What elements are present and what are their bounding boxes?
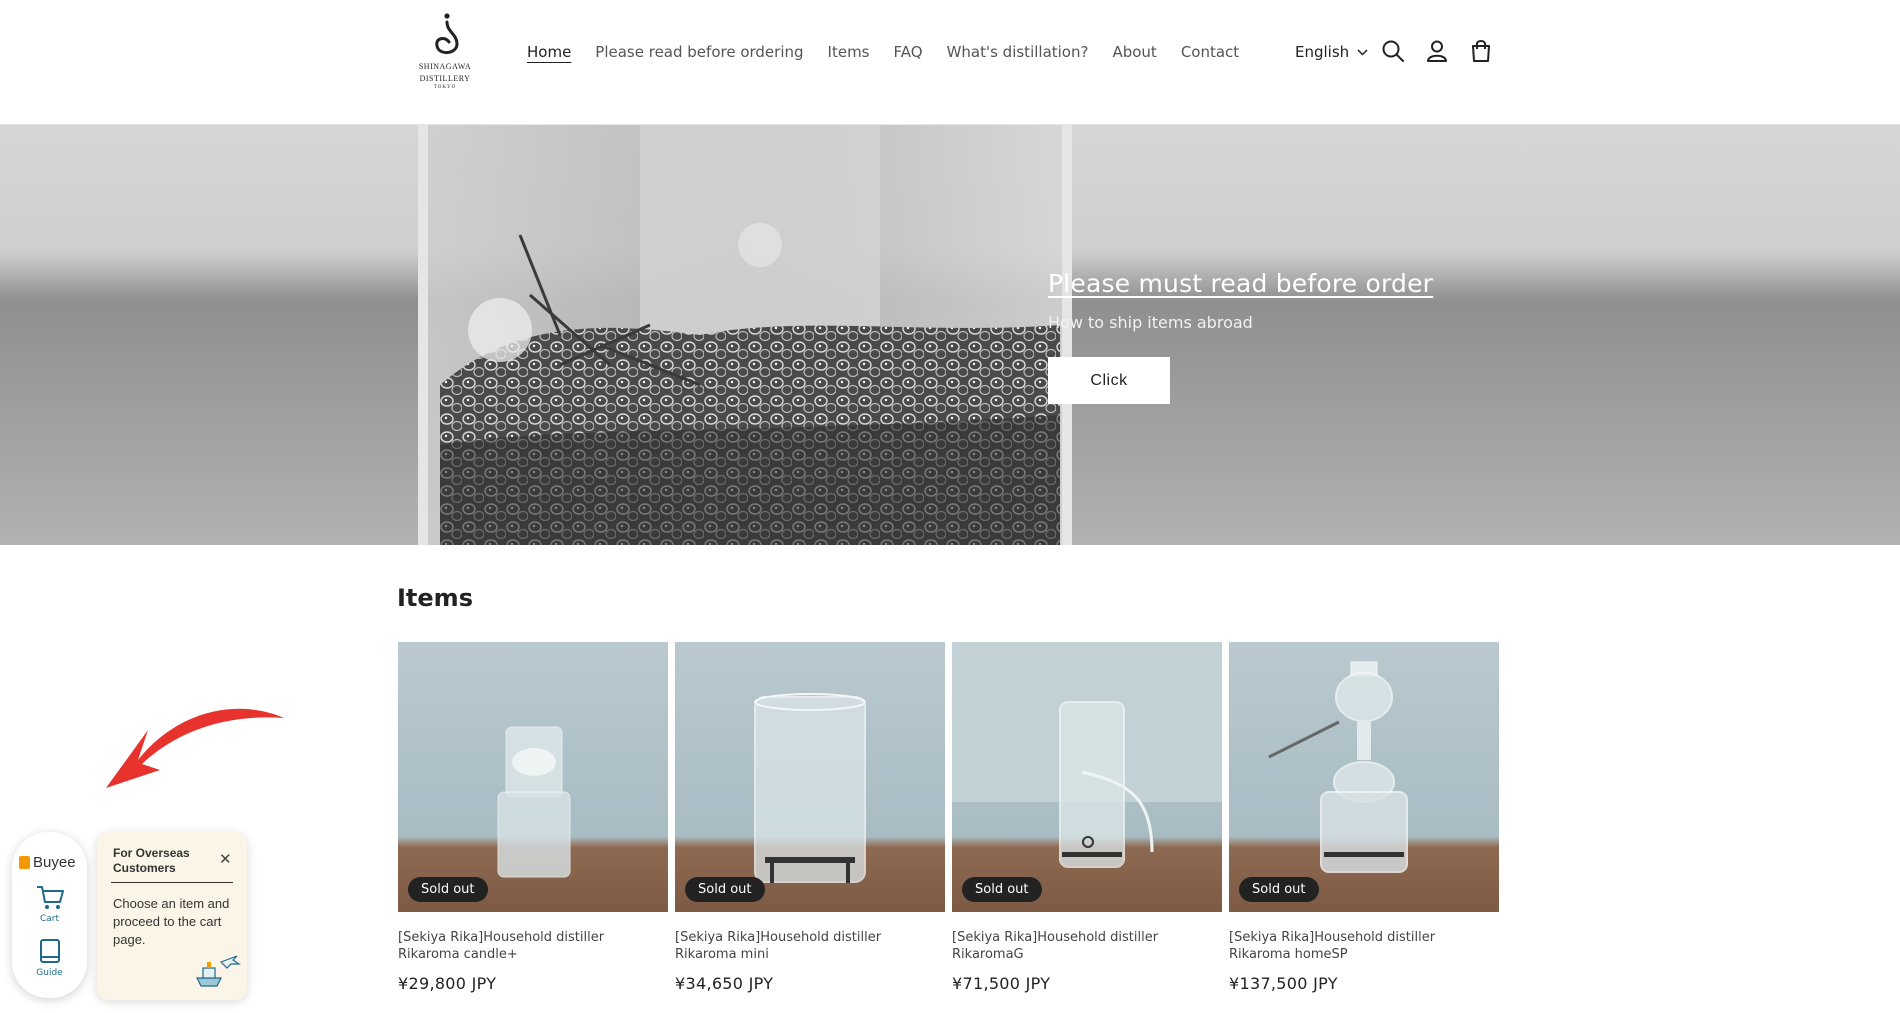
buyee-logo-text: Buyee — [33, 854, 76, 871]
product-image[interactable]: Sold out — [952, 642, 1222, 912]
logo-text-line2: DISTILLERY — [419, 74, 471, 83]
nav-items[interactable]: Items — [828, 42, 870, 62]
language-label: English — [1295, 43, 1350, 61]
buyee-popup: For Overseas Customers ✕ Choose an item … — [97, 832, 247, 1000]
distiller-mini-image — [754, 693, 866, 883]
hero-banner: Please must read before order How to shi… — [0, 125, 1900, 545]
close-icon[interactable]: ✕ — [219, 852, 232, 867]
buyee-logo[interactable]: Buyee — [19, 854, 76, 871]
product-price: ¥29,800 JPY — [398, 974, 497, 993]
product-image[interactable]: Sold out — [675, 642, 945, 912]
popup-title: For Overseas Customers — [113, 846, 190, 875]
book-icon — [39, 939, 60, 963]
logo-text-line3: TOKYO — [433, 85, 457, 90]
cart-icon[interactable] — [1468, 38, 1494, 64]
logo-mark-icon — [435, 13, 459, 54]
language-selector[interactable]: English — [1295, 42, 1368, 62]
product-card[interactable]: Sold out [Sekiya Rika]Household distille… — [1229, 642, 1499, 993]
distiller-g-image — [952, 642, 1222, 868]
product-image[interactable]: Sold out — [398, 642, 668, 912]
product-card[interactable]: Sold out [Sekiya Rika]Household distille… — [952, 642, 1222, 993]
ship-plane-icon — [196, 955, 241, 987]
buyee-guide-button[interactable]: Guide — [12, 938, 87, 978]
hero-title[interactable]: Please must read before order — [1048, 269, 1433, 298]
main-nav: Home Please read before ordering Items F… — [527, 42, 1263, 62]
items-heading: Items — [397, 584, 473, 612]
buyee-mark-icon — [19, 856, 30, 869]
chevron-down-icon — [1357, 48, 1368, 56]
popup-divider — [111, 882, 233, 883]
sold-out-badge: Sold out — [1239, 877, 1319, 902]
nav-faq[interactable]: FAQ — [894, 42, 923, 62]
buyee-cart-label: Cart — [39, 914, 60, 924]
red-arrow-icon — [106, 708, 284, 788]
hero-image — [418, 125, 1072, 545]
search-icon[interactable] — [1380, 38, 1406, 64]
hero-click-button[interactable]: Click — [1048, 357, 1170, 404]
product-price: ¥71,500 JPY — [952, 974, 1051, 993]
product-name[interactable]: [Sekiya Rika]Household distiller Rikarom… — [398, 929, 668, 963]
product-name[interactable]: [Sekiya Rika]Household distiller Rikarom… — [675, 929, 945, 963]
sold-out-badge: Sold out — [962, 877, 1042, 902]
nav-whats-distillation[interactable]: What's distillation? — [947, 42, 1089, 62]
cart-icon — [36, 886, 64, 909]
buyee-cart-button[interactable]: Cart — [12, 884, 87, 924]
product-card[interactable]: Sold out [Sekiya Rika]Household distille… — [398, 642, 668, 993]
sold-out-badge: Sold out — [408, 877, 488, 902]
account-icon[interactable] — [1424, 38, 1450, 64]
product-image[interactable]: Sold out — [1229, 642, 1499, 912]
product-price: ¥34,650 JPY — [675, 974, 774, 993]
buyee-guide-label: Guide — [36, 968, 63, 978]
product-name[interactable]: [Sekiya Rika]Household distiller Rikarom… — [952, 929, 1222, 963]
logo-text-line1: SHINAGAWA — [418, 62, 472, 71]
buyee-sidebar: Buyee Cart Guide — [12, 832, 87, 998]
distiller-homesp-image — [1268, 661, 1408, 873]
nav-read-before-ordering[interactable]: Please read before ordering — [595, 42, 803, 62]
product-card[interactable]: Sold out [Sekiya Rika]Household distille… — [675, 642, 945, 993]
site-logo[interactable]: SHINAGAWA DISTILLERY TOKYO — [414, 12, 476, 94]
nav-contact[interactable]: Contact — [1181, 42, 1239, 62]
hero-subtitle: How to ship items abroad — [1048, 313, 1253, 332]
distiller-candle-image — [497, 726, 571, 878]
nav-home[interactable]: Home — [527, 42, 571, 62]
product-price: ¥137,500 JPY — [1229, 974, 1338, 993]
nav-about[interactable]: About — [1112, 42, 1156, 62]
product-name[interactable]: [Sekiya Rika]Household distiller Rikarom… — [1229, 929, 1499, 963]
sold-out-badge: Sold out — [685, 877, 765, 902]
popup-message: Choose an item and proceed to the cart p… — [113, 896, 230, 947]
site-header: SHINAGAWA DISTILLERY TOKYO Home Please r… — [0, 0, 1900, 125]
